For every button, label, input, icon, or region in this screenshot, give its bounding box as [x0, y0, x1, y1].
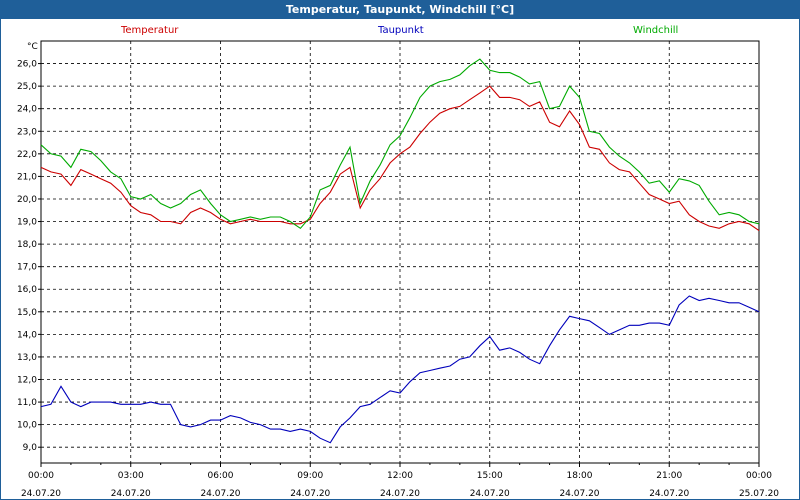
y-tick-label: 24,0	[17, 105, 37, 115]
x-tick-time: 09:00	[297, 471, 323, 481]
y-tick-label: 21,0	[17, 172, 37, 182]
chart-window: Temperatur, Taupunkt, Windchill [°C] Tem…	[0, 0, 800, 500]
x-tick-time: 00:00	[746, 471, 772, 481]
x-tick-time: 21:00	[656, 471, 682, 481]
y-axis-unit: °C	[27, 42, 38, 52]
x-tick-date: 24.07.20	[21, 489, 61, 499]
x-tick-date: 24.07.20	[559, 489, 599, 499]
x-tick-date: 25.07.20	[739, 489, 779, 499]
y-tick-label: 23,0	[17, 127, 37, 137]
x-tick-time: 06:00	[208, 471, 234, 481]
y-tick-label: 12,0	[17, 376, 37, 386]
x-tick-date: 24.07.20	[649, 489, 689, 499]
line-chart: 9,0 10,0 11,0 12,0 13,0 14,0 15,0 16,0 17,0 18,0 1…	[17, 40, 779, 499]
y-tick-label: 26,0	[17, 60, 37, 70]
x-tick-date: 24.07.20	[470, 489, 510, 499]
x-tick-time: 12:00	[387, 471, 413, 481]
x-tick-date: 24.07.20	[380, 489, 420, 499]
x-tick-date: 24.07.20	[200, 489, 240, 499]
x-tick-time: 18:00	[567, 471, 593, 481]
y-tick-label: 14,0	[17, 330, 37, 340]
y-tick-label: 18,0	[17, 240, 37, 250]
y-tick-label: 16,0	[17, 285, 37, 295]
x-tick-time: 15:00	[477, 471, 503, 481]
x-tick-date: 24.07.20	[111, 489, 151, 499]
y-tick-label: 17,0	[17, 263, 37, 273]
y-tick-label: 13,0	[17, 353, 37, 363]
y-tick-label: 10,0	[17, 421, 37, 431]
y-tick-label: 20,0	[17, 195, 37, 205]
y-tick-label: 22,0	[17, 150, 37, 160]
window-title: Temperatur, Taupunkt, Windchill [°C]	[1, 1, 799, 19]
x-tick-date: 24.07.20	[290, 489, 330, 499]
x-tick-time: 03:00	[118, 471, 144, 481]
y-tick-label: 15,0	[17, 308, 37, 318]
y-tick-label: 9,0	[23, 443, 38, 453]
y-tick-label: 19,0	[17, 218, 37, 228]
y-tick-label: 25,0	[17, 82, 37, 92]
y-tick-label: 11,0	[17, 398, 37, 408]
x-tick-time: 00:00	[28, 471, 54, 481]
